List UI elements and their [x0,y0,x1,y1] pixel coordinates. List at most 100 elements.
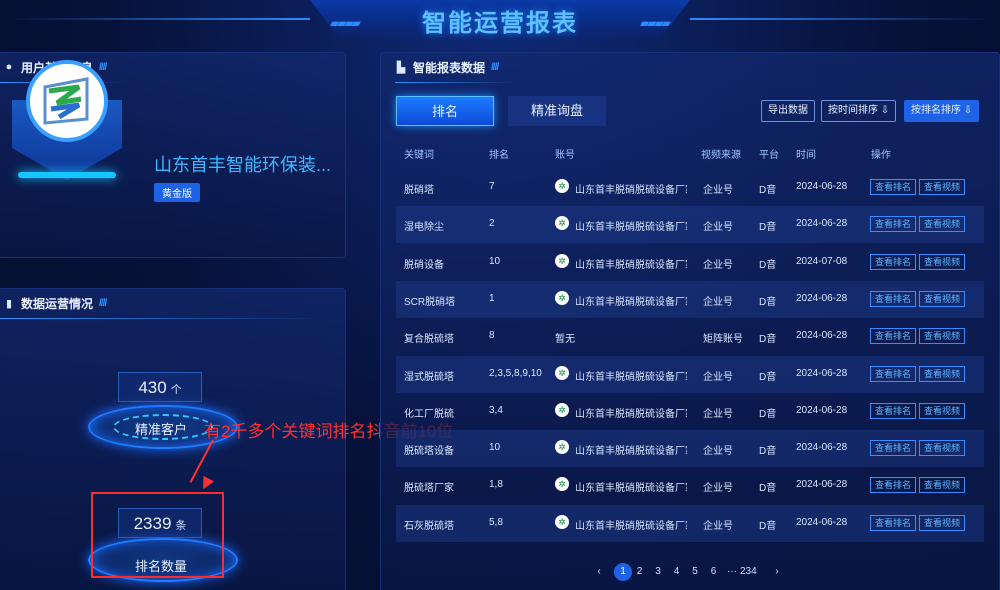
table-row: 脱硝设备 10 ✲ 山东首丰脱硝脱硫设备厂家 企业号 D音 2024-07-08 查看排名 查看… [396,244,984,281]
cell-account: 暂无 [555,334,575,346]
header: ▰▰▰▰ ▰▰▰▰ 智能运营报表 [0,0,1000,44]
view-video-button[interactable]: 查看视频 [919,365,966,382]
cell-date: 2024-06-28 [796,367,848,379]
cell-date: 2024-06-28 [796,330,848,342]
pagination-next-button[interactable]: › [770,563,784,581]
cell-keyword: 湿式脱硫塔 [404,371,454,383]
report-header: ▙ 智能报表数据 //// [381,53,999,81]
view-video-button[interactable]: 查看视频 [919,216,966,233]
stat-unit: 个 [170,384,182,396]
view-video-button[interactable]: 查看视频 [919,290,966,307]
column-header-account: 账号 [555,150,575,161]
sort-by-time-button[interactable]: 按时间排序 ⇩ [821,100,897,122]
stat-precise-customers: 430 个 [118,372,202,402]
cell-account: 山东首丰脱硝脱硫设备厂家 [575,259,687,271]
account-avatar-icon: ✲ [555,216,569,231]
cell-rank: 2 [489,218,495,230]
pagination-page-3[interactable]: 3 [651,563,665,581]
cell-account: 山东首丰脱硝脱硫设备厂家 [575,483,687,495]
view-ranking-button[interactable]: 查看排名 [870,440,917,457]
account-avatar-icon: ✲ [555,253,569,268]
cell-source: 企业号 [703,483,733,495]
pagination-page-5[interactable]: 5 [688,563,702,581]
pagination-page-6[interactable]: 6 [707,563,721,581]
cell-source: 矩阵账号 [703,334,743,346]
view-ranking-button[interactable]: 查看排名 [870,253,917,270]
cell-account: 山东首丰脱硝脱硫设备厂家 [575,185,687,196]
tab-ranking[interactable]: 排名 [396,96,494,126]
cell-date: 2024-06-28 [796,516,848,528]
cell-keyword: 脱硫塔设备 [404,446,454,458]
cell-source: 企业号 [703,520,733,532]
cell-platform: D音 [759,408,777,420]
cell-rank: 2,3,5,8,9,10 [489,367,542,379]
cell-date: 2024-07-08 [796,255,848,267]
account-avatar-icon: ✲ [555,179,569,193]
view-video-button[interactable]: 查看视频 [919,402,966,419]
pagination-page-1[interactable]: 1 [614,563,632,581]
header-decoration: //// [491,61,499,73]
stat-value: 430 [138,378,167,397]
table-row: 脱硫塔设备 10 ✲ 山东首丰脱硝脱硫设备厂家 企业号 D音 2024-06-28 查看排名查… [396,430,984,468]
cell-date: 2024-06-28 [796,181,848,192]
page-title: 智能运营报表 [422,10,578,37]
cell-platform: D音 [759,222,777,234]
cell-rank: 5,8 [489,516,503,528]
view-video-button[interactable]: 查看视频 [919,328,966,345]
cell-source: 企业号 [703,185,733,196]
view-video-button[interactable]: 查看视频 [919,440,966,457]
view-ranking-button[interactable]: 查看排名 [870,328,917,345]
view-video-button[interactable]: 查看视频 [919,253,966,270]
sort-by-rank-button[interactable]: 按排名排序 ⇩ [904,100,980,122]
cell-platform: D音 [759,371,777,383]
cell-rank: 10 [489,442,501,454]
cell-account: 山东首丰脱硝脱硫设备厂家 [575,408,687,420]
pagination-page-4[interactable]: 4 [670,563,684,581]
logo-emblem [26,60,108,142]
cell-account: 山东首丰脱硝脱硫设备厂家 [575,371,687,383]
report-title: 智能报表数据 [413,60,486,75]
cell-keyword: 化工厂脱硫 [404,408,454,420]
cell-rank: 1 [489,292,495,304]
table-row: 化工厂脱硫 3,4 ✲ 山东首丰脱硝脱硫设备厂家 企业号 D音 2024-06-28 查看排名… [396,393,984,430]
view-video-button[interactable]: 查看视频 [919,514,966,531]
view-video-button[interactable]: 查看视频 [919,477,966,494]
table-row: 复合脱硫塔 8 暂无 矩阵账号 D音 2024-06-28 查看排名 查看视频 [396,318,984,355]
column-header-actions: 操作 [871,150,891,161]
view-ranking-button[interactable]: 查看排名 [870,365,917,382]
cell-platform: D音 [759,185,777,196]
account-avatar-icon: ✲ [555,290,569,305]
pagination-prev-button[interactable]: ‹ [592,563,606,581]
view-ranking-button[interactable]: 查看排名 [870,477,917,494]
data-ops-header: ▮ 数据运营情况 //// [0,289,345,317]
cell-keyword: 脱硝塔 [404,185,434,196]
column-header-platform: 平台 [759,150,779,161]
pagination-page-2[interactable]: 2 [633,563,647,581]
cell-source: 企业号 [703,296,733,308]
view-ranking-button[interactable]: 查看排名 [870,179,917,195]
export-button[interactable]: 导出数据 [761,100,815,122]
view-ranking-button[interactable]: 查看排名 [870,216,917,233]
company-logo [12,60,122,200]
tab-precise-inquiry[interactable]: 精准询盘 [508,96,606,126]
account-avatar-icon: ✲ [555,365,569,380]
column-header-source: 视频来源 [701,150,741,161]
view-ranking-button[interactable]: 查看排名 [870,514,917,531]
pagination-page-last[interactable]: 234 [740,563,757,581]
pagination-ellipsis[interactable]: ··· [725,563,739,581]
cell-keyword: 湿电除尘 [404,222,444,234]
cell-platform: D音 [759,446,777,458]
table-row: 石灰脱硫塔 5,8 ✲ 山东首丰脱硝脱硫设备厂家 企业号 D音 2024-06-28 查看排名… [396,504,984,542]
logo-glow [18,172,116,178]
company-name: 山东首丰智能环保装... [154,155,332,175]
view-ranking-button[interactable]: 查看排名 [870,402,917,419]
cell-rank: 1,8 [489,479,503,491]
cell-source: 企业号 [703,408,733,420]
cell-platform: D音 [759,520,777,532]
cell-keyword: 脱硝设备 [404,259,444,271]
view-ranking-button[interactable]: 查看排名 [870,290,917,307]
cell-platform: D音 [759,334,777,346]
cell-date: 2024-06-28 [796,404,848,416]
table-row: 湿式脱硫塔 2,3,5,8,9,10 ✲ 山东首丰脱硝脱硫设备厂家 企业号 D音 2024-… [396,355,984,393]
view-video-button[interactable]: 查看视频 [919,179,966,195]
